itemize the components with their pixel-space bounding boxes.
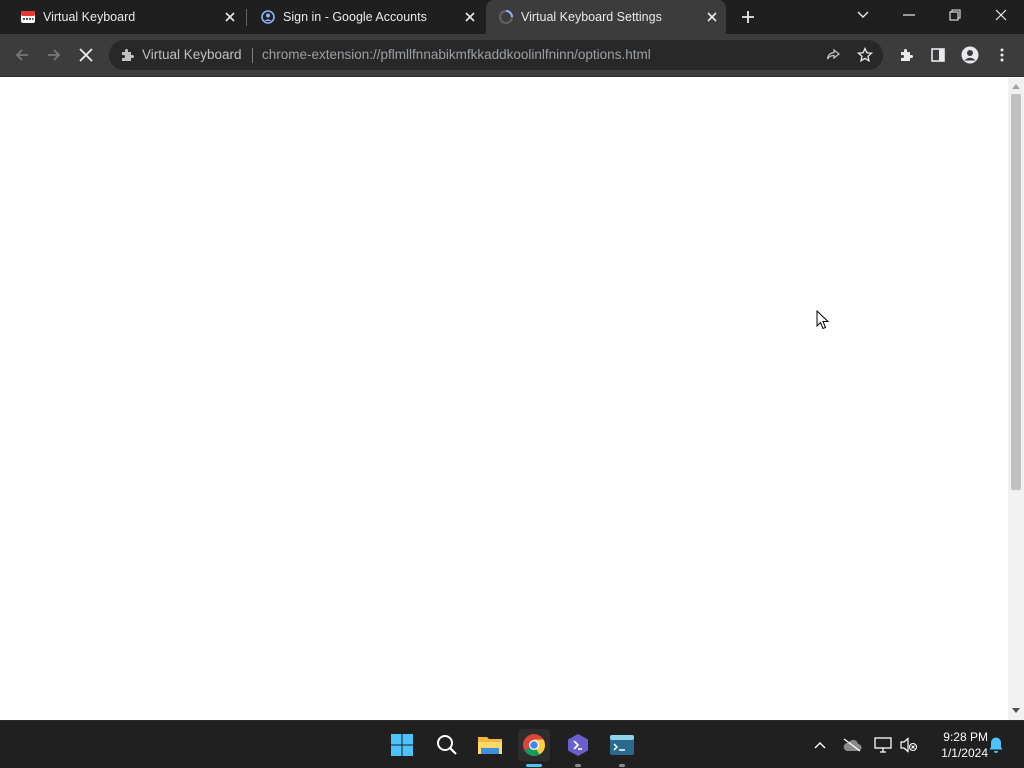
url-text: chrome-extension://pflmllfnnabikmfkkaddk…: [262, 47, 651, 62]
tab-title: Virtual Keyboard: [43, 10, 136, 24]
windows-logo-icon: [391, 734, 413, 756]
site-chip: Virtual Keyboard: [142, 47, 242, 62]
taskbar-search-button[interactable]: [431, 729, 463, 761]
forward-button[interactable]: [42, 43, 66, 67]
tab-google-sign-in[interactable]: Sign in - Google Accounts: [248, 0, 484, 34]
onedrive-cloud-icon[interactable]: [842, 735, 862, 755]
search-icon: [437, 735, 457, 755]
loading-spinner-icon: [498, 9, 514, 25]
tab-strip: Virtual Keyboard Sign in - Google Accoun…: [0, 0, 1024, 34]
system-clock[interactable]: 9:28 PM 1/1/2024: [924, 729, 988, 761]
scroll-up-arrow-icon[interactable]: [1012, 82, 1020, 90]
chrome-taskbar-button[interactable]: [518, 729, 550, 767]
stop-loading-button[interactable]: [74, 43, 98, 67]
tab-virtual-keyboard-settings[interactable]: Virtual Keyboard Settings: [486, 0, 726, 34]
page-content: [0, 78, 1008, 720]
tab-title: Sign in - Google Accounts: [283, 10, 427, 24]
close-icon[interactable]: [222, 9, 238, 25]
taskbar: 9:28 PM 1/1/2024: [0, 720, 1024, 768]
new-tab-button[interactable]: [738, 7, 758, 27]
close-window-button[interactable]: [981, 0, 1021, 30]
terminal-window-icon: [610, 735, 634, 755]
address-bar[interactable]: Virtual Keyboard chrome-extension://pflm…: [109, 40, 883, 70]
extension-puzzle-icon: [119, 47, 135, 63]
profile-avatar-button[interactable]: [958, 43, 982, 67]
folder-icon: [478, 737, 502, 754]
close-icon[interactable]: [704, 9, 720, 25]
running-indicator: [619, 764, 625, 767]
clock-date: 1/1/2024: [941, 746, 988, 760]
share-icon[interactable]: [824, 46, 842, 64]
extensions-button[interactable]: [894, 43, 918, 67]
notification-bell-icon[interactable]: [986, 735, 1006, 755]
visual-studio-button[interactable]: [562, 729, 594, 767]
bookmark-star-icon[interactable]: [856, 46, 874, 64]
running-indicator: [575, 764, 581, 767]
mouse-cursor-icon: [816, 309, 830, 330]
side-panel-button[interactable]: [926, 43, 950, 67]
menu-kebab-icon[interactable]: [990, 43, 1014, 67]
browser-toolbar: Virtual Keyboard chrome-extension://pflm…: [0, 34, 1024, 77]
google-accounts-favicon: [260, 9, 276, 25]
chevron-up-icon[interactable]: [810, 735, 830, 755]
chrome-icon: [523, 734, 545, 756]
tab-search-button[interactable]: [843, 0, 883, 30]
divider: [252, 48, 253, 63]
tab-separator: [246, 9, 247, 26]
file-explorer-button[interactable]: [474, 729, 506, 761]
terminal-app-button[interactable]: [606, 729, 638, 767]
active-indicator: [526, 764, 542, 767]
restore-button[interactable]: [935, 0, 975, 30]
tab-virtual-keyboard[interactable]: Virtual Keyboard: [8, 0, 244, 34]
virtual-keyboard-favicon: [20, 9, 36, 25]
network-icon[interactable]: [873, 735, 893, 755]
scroll-down-arrow-icon[interactable]: [1012, 707, 1020, 715]
start-button[interactable]: [386, 729, 418, 761]
visual-studio-icon: [568, 734, 588, 756]
close-icon[interactable]: [462, 9, 478, 25]
scrollbar-thumb[interactable]: [1011, 94, 1021, 490]
minimize-button[interactable]: [889, 0, 929, 30]
vertical-scrollbar[interactable]: [1008, 78, 1024, 720]
back-button[interactable]: [10, 43, 34, 67]
clock-time: 9:28 PM: [943, 730, 988, 744]
volume-muted-icon[interactable]: [899, 735, 919, 755]
tab-title: Virtual Keyboard Settings: [521, 10, 662, 24]
